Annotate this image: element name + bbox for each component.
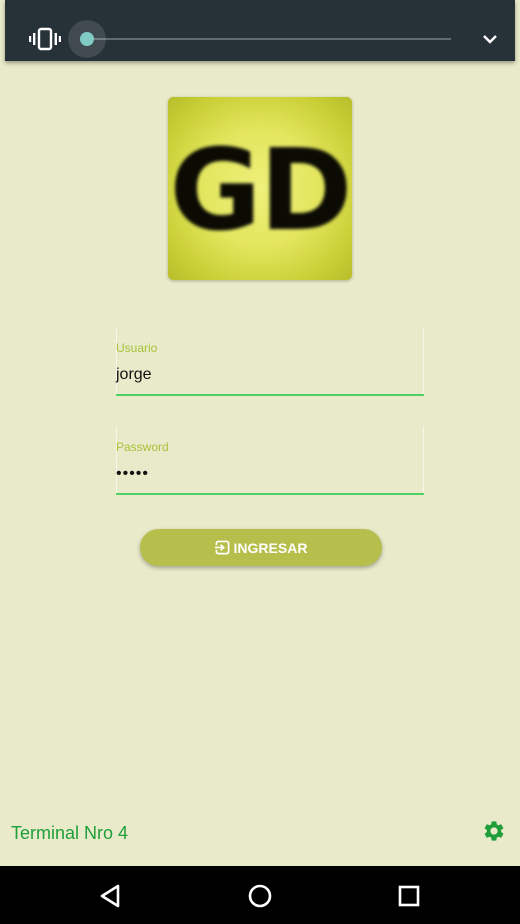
username-label: Usuario xyxy=(116,341,158,355)
password-label: Password xyxy=(116,440,169,454)
vibrate-icon[interactable] xyxy=(29,27,61,51)
field-edge xyxy=(116,427,117,493)
back-triangle-icon[interactable] xyxy=(97,882,125,910)
recents-square-icon[interactable] xyxy=(395,882,423,910)
field-edge xyxy=(423,427,424,493)
volume-slider-track[interactable] xyxy=(87,38,451,40)
navigation-bar xyxy=(0,866,520,924)
field-edge xyxy=(116,328,117,394)
password-field[interactable]: Password ••••• xyxy=(116,427,424,497)
chevron-down-icon[interactable] xyxy=(481,32,499,46)
login-icon xyxy=(214,540,229,555)
username-underline xyxy=(116,394,424,396)
home-circle-icon[interactable] xyxy=(246,882,274,910)
password-input[interactable]: ••••• xyxy=(116,465,149,483)
gear-icon[interactable] xyxy=(482,819,506,843)
volume-slider-thumb[interactable] xyxy=(80,32,94,46)
volume-panel xyxy=(5,0,515,61)
login-button[interactable]: INGRESAR xyxy=(140,529,382,566)
password-underline xyxy=(116,493,424,495)
field-edge xyxy=(423,328,424,394)
logo-text: GD xyxy=(169,125,352,256)
terminal-label: Terminal Nro 4 xyxy=(11,823,129,843)
username-input[interactable]: jorge xyxy=(116,366,152,384)
username-field[interactable]: Usuario jorge xyxy=(116,328,424,398)
login-button-label: INGRESAR xyxy=(233,539,308,556)
app-logo: GD xyxy=(168,97,352,280)
